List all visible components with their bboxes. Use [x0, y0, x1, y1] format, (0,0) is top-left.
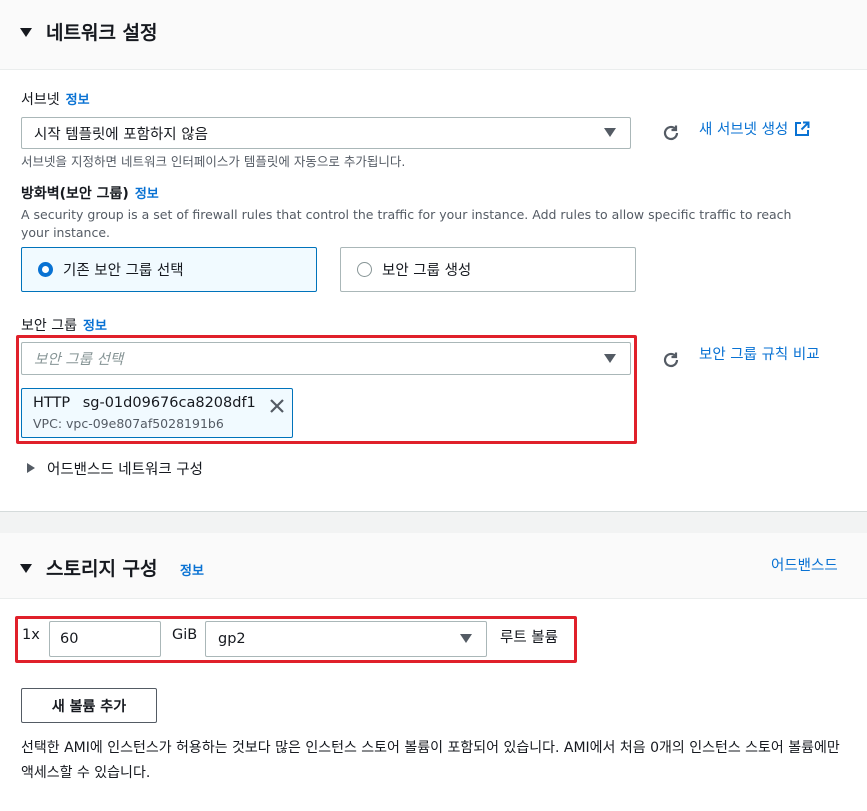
- token-title: HTTP sg-01d09676ca8208df1: [33, 395, 256, 411]
- firewall-description: A security group is a set of firewall ru…: [21, 207, 792, 240]
- network-settings-title: 네트워크 설정: [46, 22, 158, 44]
- refresh-security-group-icon[interactable]: [661, 350, 681, 370]
- security-group-select[interactable]: 보안 그룹 선택: [21, 342, 631, 375]
- create-security-group-option[interactable]: 보안 그룹 생성: [340, 247, 636, 292]
- volume-unit-label: GiB: [172, 627, 198, 643]
- volume-count-label: 1x: [22, 627, 40, 643]
- collapse-caret-icon[interactable]: [20, 28, 32, 37]
- add-volume-button[interactable]: 새 볼륨 추가: [21, 688, 157, 723]
- security-group-token: HTTP sg-01d09676ca8208df1 VPC: vpc-09e80…: [21, 388, 293, 438]
- external-link-icon: [795, 121, 810, 136]
- subnet-select-value: 시작 템플릿에 포함하지 않음: [34, 126, 208, 143]
- subnet-info-link[interactable]: 정보: [66, 93, 90, 108]
- existing-security-group-label: 기존 보안 그룹 선택: [63, 263, 184, 279]
- compare-security-group-rules-link[interactable]: 보안 그룹 규칙 비교: [699, 343, 820, 364]
- token-group-name: HTTP: [33, 395, 71, 411]
- subnet-label: 서브넷 정보: [21, 89, 90, 109]
- expand-caret-icon[interactable]: [27, 463, 35, 473]
- dropdown-arrow-icon: [460, 634, 472, 643]
- storage-title: 스토리지 구성: [46, 558, 158, 580]
- instance-store-note: 선택한 AMI에 인스턴스가 허용하는 것보다 많은 인스턴스 스토어 볼륨이 …: [21, 740, 840, 781]
- volume-type-value: gp2: [218, 631, 246, 647]
- network-settings-header[interactable]: 네트워크 설정: [0, 0, 867, 70]
- subnet-label-text: 서브넷: [21, 92, 60, 108]
- dropdown-arrow-icon: [604, 353, 616, 363]
- subnet-help-text: 서브넷을 지정하면 네트워크 인터페이스가 템플릿에 자동으로 추가됩니다.: [21, 154, 406, 169]
- dropdown-arrow-icon: [604, 128, 616, 137]
- security-group-info-link[interactable]: 정보: [83, 319, 107, 334]
- radio-selected-icon[interactable]: [38, 262, 53, 277]
- token-group-id: sg-01d09676ca8208df1: [82, 395, 256, 411]
- remove-token-icon[interactable]: [268, 397, 286, 415]
- root-volume-label: 루트 볼륨: [500, 630, 558, 646]
- create-security-group-label: 보안 그룹 생성: [382, 263, 472, 279]
- existing-security-group-option[interactable]: 기존 보안 그룹 선택: [21, 247, 317, 292]
- subnet-select[interactable]: 시작 템플릿에 포함하지 않음: [21, 117, 631, 149]
- advanced-network-toggle[interactable]: 어드밴스드 네트워크 구성: [47, 458, 203, 479]
- refresh-subnet-icon[interactable]: [661, 123, 681, 143]
- security-group-label-text: 보안 그룹: [21, 318, 77, 334]
- new-subnet-link[interactable]: 새 서브넷 생성: [699, 118, 810, 139]
- storage-advanced-link[interactable]: 어드밴스드: [771, 554, 838, 575]
- storage-header[interactable]: 스토리지 구성 정보 어드밴스드: [0, 533, 867, 599]
- firewall-info-link[interactable]: 정보: [135, 187, 159, 202]
- security-group-label: 보안 그룹 정보: [21, 315, 107, 335]
- token-vpc-id: VPC: vpc-09e807af5028191b6: [33, 416, 224, 431]
- volume-size-input[interactable]: 60: [49, 621, 161, 657]
- firewall-label: 방화벽(보안 그룹) 정보: [21, 183, 159, 203]
- radio-unselected-icon[interactable]: [357, 262, 372, 277]
- collapse-caret-icon[interactable]: [20, 564, 32, 573]
- new-subnet-link-text[interactable]: 새 서브넷 생성: [699, 118, 788, 139]
- firewall-label-text: 방화벽(보안 그룹): [21, 186, 129, 202]
- volume-type-select[interactable]: gp2: [205, 621, 487, 657]
- storage-info-link[interactable]: 정보: [180, 560, 204, 579]
- section-divider: [0, 511, 867, 533]
- security-group-placeholder: 보안 그룹 선택: [34, 352, 124, 368]
